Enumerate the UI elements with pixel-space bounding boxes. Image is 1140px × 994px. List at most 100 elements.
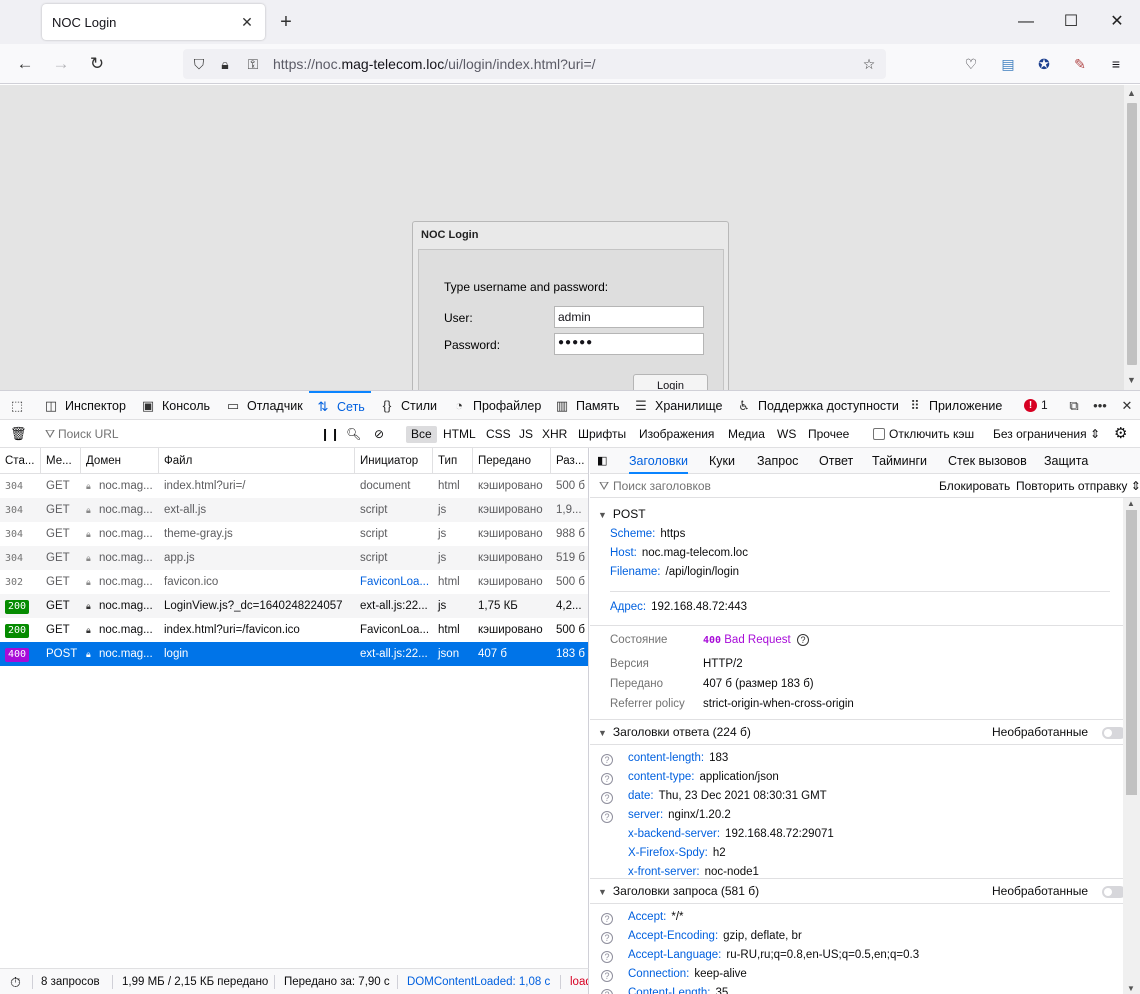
col-domain[interactable]: Домен (81, 448, 159, 474)
col-file[interactable]: Файл (159, 448, 355, 474)
scroll-up-icon[interactable]: ▲ (1127, 88, 1136, 98)
request-row[interactable]: 304 GET 🔒︎ noc.mag... app.js script js кэширова… (0, 546, 588, 570)
url-text[interactable]: https://noc.mag-telecom.loc/ui/login/ind… (273, 56, 596, 72)
search-icon[interactable]: 🔍︎ (346, 420, 361, 448)
help-icon[interactable]: ? (601, 754, 613, 766)
help-icon[interactable]: ? (601, 913, 613, 925)
lock-icon[interactable]: 🔒︎ (215, 54, 235, 74)
col-status[interactable]: Ста... (0, 448, 41, 474)
help-icon[interactable]: ? (601, 989, 613, 994)
tab-request[interactable]: Запрос (757, 448, 798, 474)
block-icon[interactable]: ⊘ (374, 420, 384, 448)
help-icon[interactable]: ? (601, 792, 613, 804)
tab-response[interactable]: Ответ (819, 448, 853, 474)
browser-tab[interactable]: NOC Login ✕ (42, 4, 265, 40)
bookmark-star-icon[interactable]: ☆ (859, 54, 879, 74)
filter-css[interactable]: CSS (481, 426, 516, 443)
filter-ws[interactable]: WS (772, 426, 801, 443)
tab-network[interactable]: ⇅ Сеть (309, 391, 371, 420)
col-size[interactable]: Раз... (551, 448, 588, 474)
back-icon[interactable]: ← (13, 52, 37, 76)
login-button[interactable]: Login (633, 374, 708, 390)
pocket-icon[interactable]: ♡ (961, 54, 981, 74)
reload-icon[interactable]: ↻ (85, 52, 109, 76)
request-row[interactable]: 304 GET 🔒︎ noc.mag... theme-gray.js script js к… (0, 522, 588, 546)
stopwatch-icon[interactable]: ⏱ (10, 969, 21, 994)
tab-styles[interactable]: {} Стили (379, 391, 437, 420)
dock-icon[interactable]: ⧉ (1066, 391, 1082, 420)
col-initiator[interactable]: Инициатор (355, 448, 433, 474)
block-button[interactable]: Блокировать (939, 472, 1010, 500)
extension-icon[interactable]: ▤ (998, 54, 1018, 74)
tab-headers[interactable]: Заголовки (629, 448, 688, 474)
network-settings-gear-icon[interactable]: ⚙ (1114, 420, 1127, 448)
badge-extension-icon[interactable]: ✪ (1034, 54, 1054, 74)
scroll-down-icon[interactable]: ▼ (1127, 375, 1136, 385)
tab-stack-trace[interactable]: Стек вызовов (948, 448, 1027, 474)
tab-inspector[interactable]: ◫ Инспектор (43, 391, 126, 420)
filter-images[interactable]: Изображения (634, 426, 719, 443)
tab-application[interactable]: ⠿ Приложение (907, 391, 1002, 420)
filter-fonts[interactable]: Шрифты (573, 426, 631, 443)
help-icon[interactable]: ? (601, 932, 613, 944)
forward-icon[interactable]: → (49, 52, 73, 76)
tab-timings[interactable]: Тайминги (872, 448, 927, 474)
shield-icon[interactable]: ⛉ (189, 54, 209, 74)
more-options-icon[interactable]: ••• (1092, 391, 1108, 420)
help-icon[interactable]: ? (796, 634, 809, 646)
maximize-icon[interactable]: ☐ (1061, 10, 1081, 34)
filter-all[interactable]: Все (406, 426, 437, 443)
request-row[interactable]: 304 GET 🔒︎ noc.mag... ext-all.js script js кэши… (0, 498, 588, 522)
user-input[interactable]: admin (554, 306, 704, 328)
filter-html[interactable]: HTML (438, 426, 481, 443)
request-row[interactable]: 200 GET 🔒︎ noc.mag... LoginView.js?_dc=16402… (0, 594, 588, 618)
close-window-icon[interactable]: ✕ (1107, 10, 1127, 34)
tab-security[interactable]: Защита (1044, 448, 1088, 474)
tab-memory[interactable]: ▥ Память (554, 391, 620, 420)
help-icon[interactable]: ? (601, 811, 613, 823)
pause-icon[interactable]: ❙❙ (320, 420, 340, 448)
help-icon[interactable]: ? (601, 970, 613, 982)
tab-debugger[interactable]: ▭ Отладчик (225, 391, 303, 420)
key-icon[interactable]: ⚿ (243, 54, 263, 74)
scroll-thumb[interactable] (1127, 103, 1137, 365)
minimize-icon[interactable]: — (1016, 10, 1036, 34)
url-bar[interactable]: ⛉ 🔒︎ ⚿ https://noc.mag-telecom.loc/ui/lo… (183, 49, 886, 79)
tab-accessibility[interactable]: ♿︎ Поддержка доступности (736, 391, 899, 420)
scroll-thumb[interactable] (1126, 510, 1137, 795)
new-tab-icon[interactable]: + (276, 10, 296, 34)
throttling-select[interactable]: Без ограничения ⇕ (993, 420, 1100, 448)
col-transferred[interactable]: Передано (473, 448, 551, 474)
headers-filter-input[interactable]: Поиск заголовков (613, 472, 711, 500)
help-icon[interactable]: ? (601, 951, 613, 963)
filter-other[interactable]: Прочее (803, 426, 854, 443)
tab-storage[interactable]: ☰ Хранилище (633, 391, 722, 420)
scroll-down-icon[interactable]: ▼ (1127, 984, 1135, 993)
disable-cache-checkbox[interactable]: Отключить кэш (873, 420, 974, 448)
close-tab-icon[interactable]: ✕ (239, 14, 255, 31)
filter-media[interactable]: Медиа (723, 426, 770, 443)
col-type[interactable]: Тип (433, 448, 473, 474)
addon-icon[interactable]: ✎ (1070, 54, 1090, 74)
request-row[interactable]: 400 POST 🔒︎ noc.mag... login ext-all.js:22...… (0, 642, 588, 666)
request-summary-header[interactable]: ▼ POST (590, 502, 1123, 526)
request-row[interactable]: 302 GET 🔒︎ noc.mag... favicon.ico FaviconLoa.… (0, 570, 588, 594)
menu-icon[interactable]: ≡ (1106, 54, 1126, 74)
resend-button[interactable]: Повторить отправку ⇕ (1016, 472, 1140, 500)
url-filter-input[interactable]: Поиск URL (58, 420, 308, 448)
tab-profiler[interactable]: ◔ Профайлер (451, 391, 541, 420)
tab-cookies[interactable]: Куки (709, 448, 735, 474)
request-row[interactable]: 304 GET 🔒︎ noc.mag... index.html?uri=/ docume… (0, 474, 588, 498)
element-picker-icon[interactable]: ⬚ (9, 391, 25, 420)
scroll-up-icon[interactable]: ▲ (1127, 499, 1135, 508)
password-input[interactable]: ●●●●● (554, 333, 704, 355)
toggle-sidebar-icon[interactable]: ◧ (597, 448, 607, 474)
filter-js[interactable]: JS (514, 426, 538, 443)
details-scrollbar[interactable]: ▲ ▼ (1123, 498, 1140, 994)
filter-xhr[interactable]: XHR (537, 426, 572, 443)
page-scrollbar[interactable]: ▲ ▼ (1124, 85, 1140, 390)
trash-icon[interactable]: 🗑︎ (10, 420, 27, 448)
tab-console[interactable]: ▣ Консоль (140, 391, 210, 420)
request-row[interactable]: 200 GET 🔒︎ noc.mag... index.html?uri=/favico… (0, 618, 588, 642)
close-devtools-icon[interactable]: ✕ (1119, 391, 1135, 420)
